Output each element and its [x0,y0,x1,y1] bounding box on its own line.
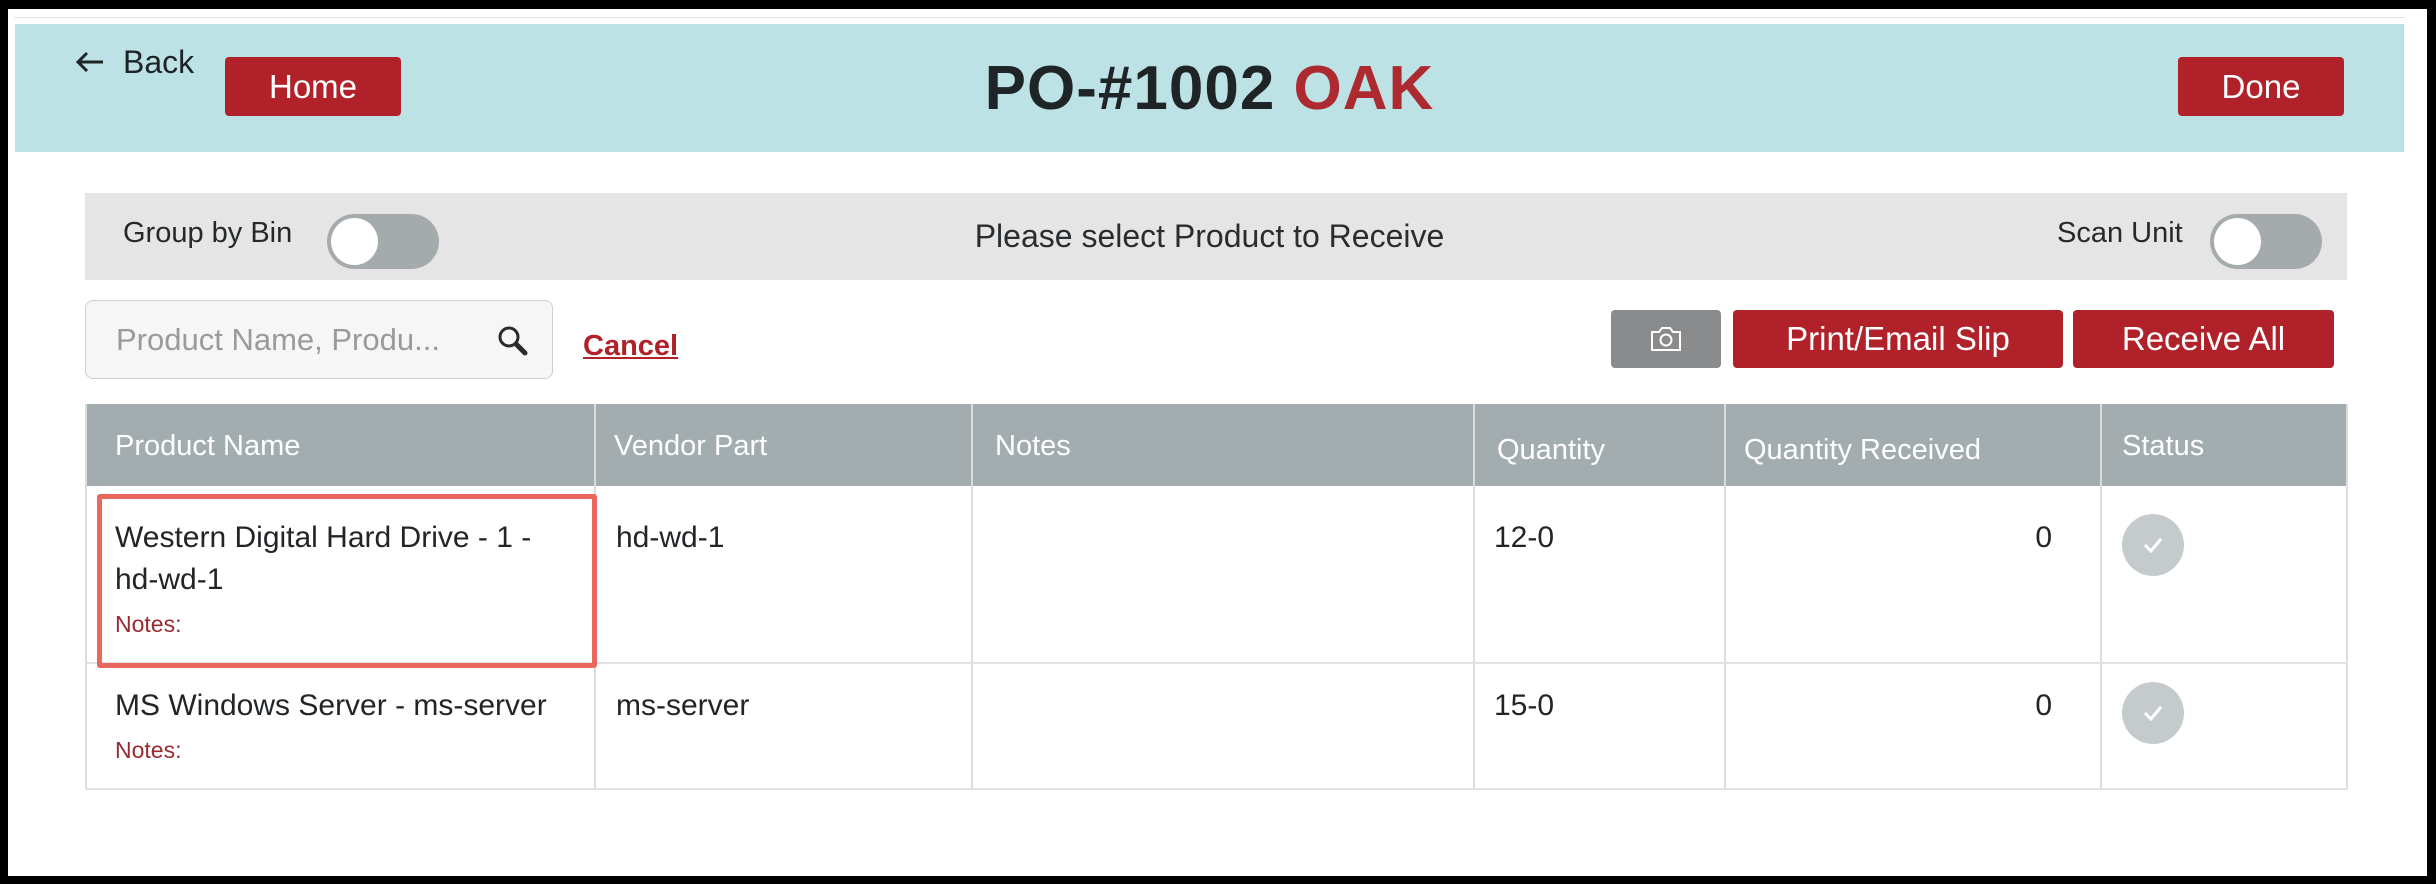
notes-label: Notes: [115,611,182,637]
vendor-part: hd-wd-1 [616,521,725,554]
column-header-quantity[interactable]: Quantity [1497,434,1605,467]
location-code: OAK [1293,54,1435,123]
column-divider [2100,404,2102,790]
quantity: 12-0 [1494,521,1555,554]
frame-top-line [14,17,2405,18]
search-icon[interactable] [496,324,528,356]
column-header-status[interactable]: Status [2122,430,2204,463]
table-border [85,788,2348,790]
product-name: MS Windows Server - ms-server [115,689,547,722]
column-divider [1724,404,1726,790]
search-field [85,300,553,379]
status-button[interactable] [2122,682,2184,744]
receive-all-button[interactable]: Receive All [2073,310,2334,368]
product-name-sku: hd-wd-1 [115,563,224,596]
column-divider [1473,404,1475,790]
quantity: 15-0 [1494,689,1555,722]
product-name: Western Digital Hard Drive - 1 - [115,521,532,554]
column-header-quantity-received[interactable]: Quantity Received [1744,434,1981,467]
column-header-vendor-part[interactable]: Vendor Part [614,430,767,463]
table-border [2346,404,2348,790]
check-icon [2143,706,2163,722]
scan-unit-label: Scan Unit [2057,217,2183,249]
po-number: PO-#1002 [984,54,1276,123]
status-button[interactable] [2122,514,2184,576]
toggle-knob [2214,218,2261,265]
quantity-received[interactable]: 0 [1900,521,2052,555]
table-border [85,404,87,790]
row-divider [85,662,2348,664]
scan-unit-toggle[interactable] [2210,214,2322,269]
notes-label: Notes: [115,737,182,763]
camera-icon [1651,327,1681,351]
vendor-part: ms-server [616,689,750,722]
column-header-product-name[interactable]: Product Name [115,430,300,463]
done-button[interactable]: Done [2178,57,2344,116]
page-title: PO-#1002 OAK [0,52,2419,126]
search-input[interactable] [114,317,488,363]
quantity-received[interactable]: 0 [1900,689,2052,723]
table-header [85,404,2348,486]
column-divider [971,404,973,790]
print-email-slip-button[interactable]: Print/Email Slip [1733,310,2063,368]
column-divider [594,404,596,790]
camera-button[interactable] [1611,310,1721,368]
cancel-link[interactable]: Cancel [583,330,678,363]
column-header-notes[interactable]: Notes [995,430,1071,463]
check-icon [2143,538,2163,554]
